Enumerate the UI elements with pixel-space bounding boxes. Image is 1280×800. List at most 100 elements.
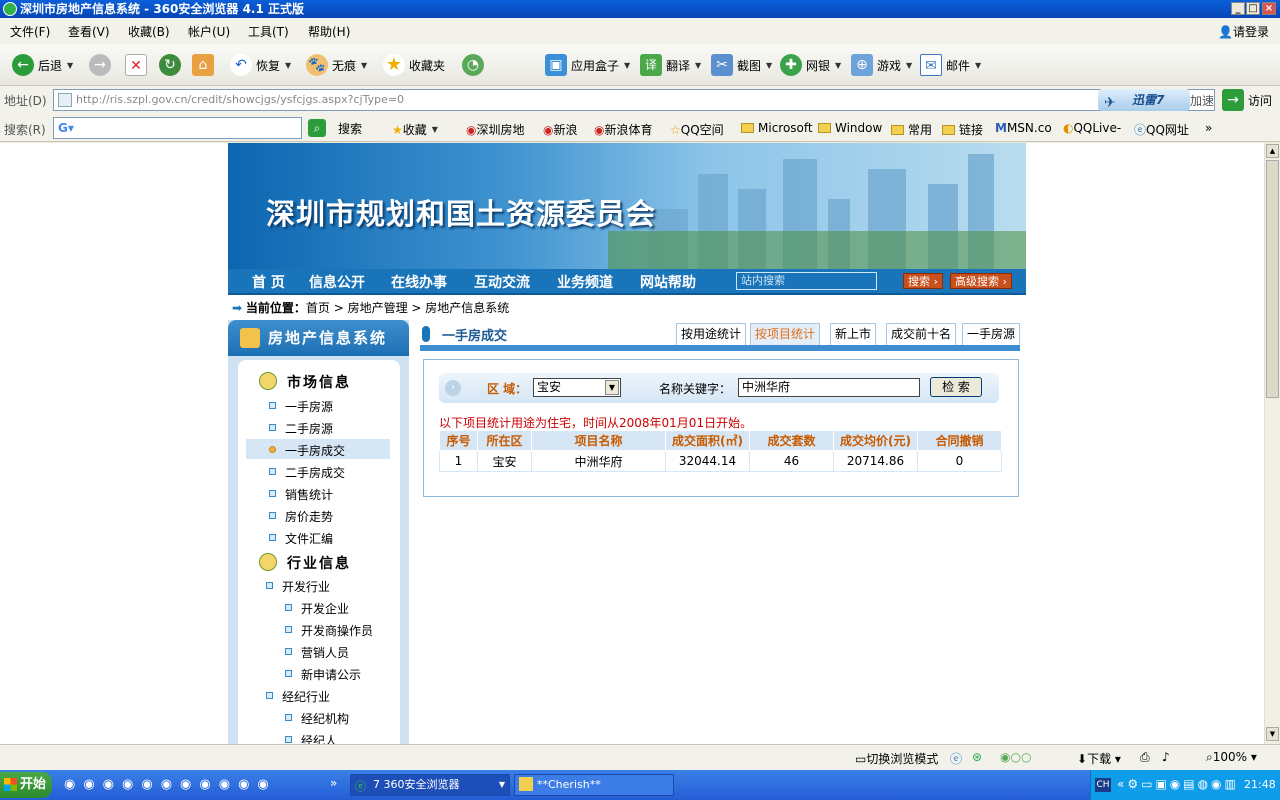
- scroll-down-button[interactable]: ▼: [1266, 727, 1279, 741]
- zoom-button[interactable]: ⌕100% ▾: [1206, 750, 1257, 765]
- fav-sina[interactable]: ◉ 新浪: [543, 121, 578, 138]
- menu-help[interactable]: 帮助(H): [308, 23, 350, 40]
- tab-new-housing[interactable]: 一手房源: [962, 323, 1020, 345]
- chevron-down-icon[interactable]: ▼: [695, 61, 701, 70]
- tab-by-usage[interactable]: 按用途统计: [676, 323, 747, 345]
- keyword-input[interactable]: 中洲华府: [738, 378, 920, 397]
- sidebar-item-dev-companies[interactable]: 开发企业: [285, 600, 349, 617]
- chevron-down-icon[interactable]: ▼: [285, 61, 291, 70]
- chevron-down-icon[interactable]: ▼: [432, 125, 438, 134]
- chevron-down-icon[interactable]: ▼: [67, 61, 73, 70]
- speed-label[interactable]: 加速: [1190, 92, 1214, 109]
- fav-msn[interactable]: M MSN.co: [995, 121, 1052, 135]
- mail-button[interactable]: ✉ 邮件 ▼: [920, 54, 981, 76]
- quick-launch-icons[interactable]: ◉◉◉◉◉◉◉◉◉◉◉: [64, 777, 277, 792]
- table-row[interactable]: 1 宝安 中洲华府 32044.14 46 20714.86 0: [439, 450, 1002, 472]
- sidebar-item-new-transactions[interactable]: 一手房成交: [269, 442, 345, 459]
- menu-favorites[interactable]: 收藏(B): [128, 23, 170, 40]
- tab-by-project[interactable]: 按项目统计: [750, 323, 821, 345]
- search-submit-button[interactable]: 检 索: [930, 377, 982, 397]
- sidebar-item-sales-staff[interactable]: 营销人员: [285, 644, 349, 661]
- sidebar-item-development[interactable]: 开发行业: [266, 578, 330, 595]
- nav-business[interactable]: 业务频道: [557, 272, 613, 292]
- sidebar-item-dev-operators[interactable]: 开发商操作员: [285, 622, 373, 639]
- task-cherish[interactable]: **Cherish**: [514, 774, 674, 796]
- fav-microsoft[interactable]: Microsoft: [741, 121, 813, 135]
- fav-qqlive[interactable]: ◐ QQLive-: [1063, 121, 1121, 135]
- favorites-button[interactable]: ★ 收藏夹: [383, 54, 445, 76]
- home-button[interactable]: ⌂: [192, 54, 218, 76]
- chevron-down-icon[interactable]: ▼: [605, 380, 619, 395]
- menu-view[interactable]: 查看(V): [68, 23, 110, 40]
- fav-sina-sports[interactable]: ◉ 新浪体育: [594, 121, 653, 138]
- nav-home[interactable]: 首 页: [252, 272, 285, 292]
- close-button[interactable]: ×: [1262, 2, 1276, 15]
- chevron-down-icon[interactable]: ▼: [906, 61, 912, 70]
- chevron-down-icon[interactable]: ▼: [975, 61, 981, 70]
- fav-qzone[interactable]: ☆ QQ空间: [670, 121, 724, 138]
- nav-help[interactable]: 网站帮助: [640, 272, 696, 292]
- site-search-input[interactable]: 站内搜索: [736, 272, 877, 290]
- download-button[interactable]: ⬇下载 ▾: [1077, 750, 1121, 767]
- nav-online-services[interactable]: 在线办事: [391, 272, 447, 292]
- tab-new-listings[interactable]: 新上市: [830, 323, 877, 345]
- sidebar-item-new-applications[interactable]: 新申请公示: [285, 666, 361, 683]
- quick-launch-more[interactable]: »: [330, 776, 337, 790]
- language-indicator[interactable]: CH: [1095, 778, 1111, 792]
- sidebar-item-second-hand-transactions[interactable]: 二手房成交: [269, 464, 345, 481]
- task-browser[interactable]: ⓔ 7 360安全浏览器 ▼: [350, 774, 510, 796]
- vertical-scrollbar[interactable]: ▲ ▼: [1264, 143, 1280, 744]
- xunlei-button[interactable]: ✈ 迅雷7: [1098, 89, 1190, 111]
- sidebar-item-agents[interactable]: 经纪人: [285, 732, 337, 744]
- mute-icon[interactable]: ♪: [1162, 750, 1170, 764]
- district-select[interactable]: 宝安 ▼: [533, 378, 621, 397]
- go-button[interactable]: → 访问: [1222, 89, 1272, 111]
- advanced-search-button[interactable]: 高级搜索 ›: [950, 273, 1012, 289]
- chevron-down-icon[interactable]: ▼: [835, 61, 841, 70]
- sidebar-item-sales-stats[interactable]: 销售统计: [269, 486, 333, 503]
- sidebar-item-price-trend[interactable]: 房价走势: [269, 508, 333, 525]
- sidebar-item-agencies[interactable]: 经纪机构: [285, 710, 349, 727]
- printer-icon[interactable]: ⎙: [1140, 750, 1150, 765]
- chevron-down-icon[interactable]: ▼: [766, 61, 772, 70]
- fav-common[interactable]: 常用: [891, 121, 932, 138]
- fav-links[interactable]: 链接: [942, 121, 983, 138]
- scroll-up-button[interactable]: ▲: [1266, 144, 1279, 158]
- more-favs-button[interactable]: »: [1205, 121, 1212, 135]
- fav-window[interactable]: Window: [818, 121, 882, 135]
- scroll-thumb[interactable]: [1266, 160, 1279, 398]
- cell-project[interactable]: 中洲华府: [531, 450, 666, 472]
- appbox-button[interactable]: ▣ 应用盒子 ▼: [545, 54, 630, 76]
- search-input[interactable]: G▾: [53, 117, 302, 139]
- sidebar-item-documents[interactable]: 文件汇编: [269, 530, 333, 547]
- translate-button[interactable]: 译翻译 ▼: [640, 54, 701, 76]
- nav-info-public[interactable]: 信息公开: [309, 272, 365, 292]
- toggle-icon[interactable]: ◉○○: [1000, 750, 1031, 764]
- url-input[interactable]: http://ris.szpl.gov.cn/credit/showcjgs/y…: [53, 89, 1215, 111]
- chevron-down-icon[interactable]: ▼: [361, 61, 367, 70]
- refresh-button[interactable]: ↻: [159, 54, 185, 76]
- start-button[interactable]: 开始: [0, 772, 52, 798]
- stop-button[interactable]: ✕: [125, 54, 151, 76]
- sidebar-item-brokerage[interactable]: 经纪行业: [266, 688, 330, 705]
- site-search-button[interactable]: 搜索 ›: [903, 273, 943, 289]
- fav-shenzhen-realestate[interactable]: ◉ 深圳房地: [466, 121, 525, 138]
- tray-icons[interactable]: «⚙▭▣◉▤◍◉▥: [1117, 777, 1239, 791]
- back-button[interactable]: ← 后退 ▼: [12, 54, 73, 76]
- bank-button[interactable]: ✚ 网银 ▼: [780, 54, 841, 76]
- menu-tools[interactable]: 工具(T): [248, 23, 289, 40]
- games-button[interactable]: ⊕ 游戏 ▼: [851, 54, 912, 76]
- minimize-button[interactable]: _: [1231, 2, 1245, 15]
- search-button[interactable]: ⌕ 搜索: [308, 119, 362, 137]
- shield-icon[interactable]: ⊛: [972, 750, 982, 764]
- chevron-down-icon[interactable]: ▼: [624, 61, 630, 70]
- menu-account[interactable]: 帐户(U): [188, 23, 230, 40]
- screenshot-button[interactable]: ✂ 截图 ▼: [711, 54, 772, 76]
- fav-qq-sites[interactable]: ⓔ QQ网址: [1134, 121, 1189, 138]
- restore-button[interactable]: ↶ 恢复 ▼: [230, 54, 291, 76]
- maximize-button[interactable]: □: [1246, 2, 1260, 15]
- tab-top-ten[interactable]: 成交前十名: [886, 323, 957, 345]
- nav-interaction[interactable]: 互动交流: [474, 272, 530, 292]
- login-link[interactable]: 👤请登录: [1218, 23, 1269, 40]
- sidebar-item-second-hand-listings[interactable]: 二手房源: [269, 420, 333, 437]
